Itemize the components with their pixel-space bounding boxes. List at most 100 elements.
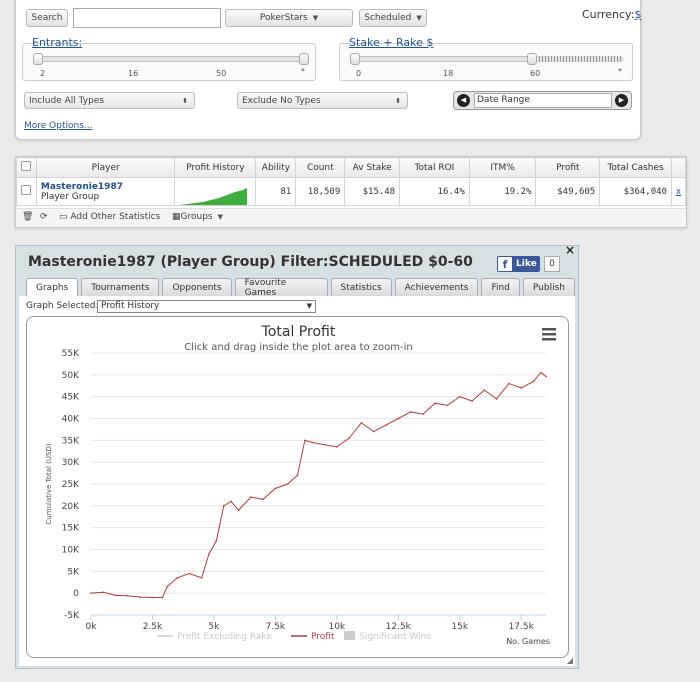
tab-find[interactable]: Find	[481, 278, 520, 296]
profit-point	[540, 371, 542, 374]
y-tick-label: 0	[73, 589, 79, 599]
profit-cell: $49,605	[535, 177, 601, 206]
more-options-link[interactable]: More Options...	[24, 121, 92, 131]
profit-point	[90, 592, 92, 594]
stake-slider-hatch	[536, 56, 622, 62]
profit-point	[372, 430, 375, 433]
search-input[interactable]	[73, 8, 221, 28]
tab-achievements[interactable]: Achievements	[394, 278, 479, 296]
graph-panel-title: Masteronie1987 (Player Group) Filter:SCH…	[28, 254, 473, 270]
search-button[interactable]: Search	[26, 9, 68, 27]
resize-handle-icon[interactable]: ◢	[567, 656, 573, 665]
y-tick-label: 10K	[62, 546, 80, 556]
profit-chart[interactable]: Total Profit Click and drag inside the pl…	[27, 317, 568, 657]
column-header[interactable]: Player	[35, 157, 176, 178]
x-tick-label: 0k	[86, 622, 98, 632]
profit-point	[114, 594, 117, 597]
stake-min-handle[interactable]	[350, 53, 360, 65]
entrants-tick: 2	[40, 69, 46, 78]
profit-point	[434, 402, 436, 405]
entrants-slider-track[interactable]	[36, 56, 308, 62]
y-tick-label: 50K	[62, 371, 80, 381]
y-tick-label: 35K	[62, 436, 80, 446]
include-types-select[interactable]: Include All Types ⬍	[24, 92, 195, 109]
profit-point	[348, 437, 350, 439]
column-header[interactable]: Profit	[535, 157, 601, 178]
profit-series-line	[90, 371, 547, 599]
stake-link[interactable]: Stake + Rake $	[349, 36, 433, 49]
add-stats-label: Add Other Statistics	[70, 212, 161, 222]
grid-icon: ▦	[172, 212, 181, 222]
sparkline-area	[179, 188, 248, 205]
tab-statistics[interactable]: Statistics	[330, 278, 392, 296]
menu-bar	[542, 328, 556, 331]
legend-item-sig-wins: Significant Wins	[359, 632, 431, 642]
y-axis-label: Cumulative Total (USD)	[45, 443, 53, 524]
stake-link-unit: $	[426, 36, 434, 49]
exclude-types-select[interactable]: Exclude No Types ⬍	[237, 92, 408, 109]
tab-opponents[interactable]: Opponents	[162, 278, 232, 296]
profit-point	[422, 413, 424, 415]
graph-type-select[interactable]: Profit History ▼	[97, 300, 316, 313]
date-range-input[interactable]: Date Range	[474, 93, 612, 108]
column-header[interactable]: ITM%	[468, 157, 537, 178]
next-icon[interactable]: ▶	[615, 94, 628, 107]
row-select-cell	[16, 177, 37, 206]
entrants-max-handle[interactable]	[299, 53, 309, 65]
like-label: Like	[516, 259, 537, 269]
site-select[interactable]: PokerStars ▼	[225, 9, 353, 27]
player-sub: Player Group	[40, 191, 100, 202]
x-tick-label: 12.5k	[386, 622, 412, 632]
y-tick-label: 20K	[62, 502, 80, 512]
profit-point	[532, 380, 535, 383]
updown-icon: ⬍	[395, 96, 401, 105]
player-name-link[interactable]: Masteronie1987	[41, 182, 171, 192]
add-stats-button[interactable]: ▭ Add Other Statistics	[59, 212, 160, 222]
groups-button[interactable]: ▦Groups ▼	[172, 212, 223, 222]
menu-bar	[542, 338, 556, 341]
menu-icon[interactable]	[542, 328, 556, 341]
profit-point	[127, 594, 129, 597]
stake-max-handle[interactable]	[527, 53, 537, 65]
profit-point	[286, 483, 289, 485]
chart-title: Total Profit	[261, 324, 336, 340]
trash-icon[interactable]: 🗑	[22, 212, 33, 222]
profit-history-cell	[174, 177, 257, 206]
schedule-select[interactable]: Scheduled ▼	[359, 9, 427, 27]
column-header[interactable]: Av Stake	[344, 157, 401, 178]
refresh-icon[interactable]: ⟳	[40, 212, 48, 222]
date-range-control: ◀ Date Range ▶	[453, 91, 632, 110]
entrants-link[interactable]: Entrants:	[32, 36, 82, 49]
currency-link[interactable]: $	[634, 8, 641, 21]
remove-row-link[interactable]: x	[670, 177, 687, 206]
entrants-min-handle[interactable]	[33, 53, 43, 65]
column-header[interactable]: Count	[295, 157, 346, 178]
select-all-header[interactable]	[16, 157, 37, 178]
profit-point	[249, 496, 252, 498]
facebook-like-button[interactable]: f Like	[497, 256, 540, 272]
chevron-down-icon: ▼	[416, 14, 422, 22]
profit-point	[161, 596, 164, 599]
prev-icon[interactable]: ◀	[457, 94, 470, 107]
y-tick-label: 30K	[62, 458, 80, 468]
close-icon[interactable]: ×	[565, 243, 575, 257]
x-tick-label: 15k	[451, 622, 468, 632]
checkbox[interactable]	[21, 161, 32, 171]
profit-point	[385, 424, 387, 426]
tab-tournaments[interactable]: Tournaments	[81, 278, 160, 296]
include-types-value: Include All Types	[29, 95, 105, 106]
column-header[interactable]: Ability	[255, 157, 297, 178]
profit-point	[237, 509, 240, 511]
profit-point	[397, 417, 400, 420]
profit-point	[508, 382, 510, 385]
graph-selected-label: Graph Selected:	[26, 301, 99, 311]
tab-favourite-games[interactable]: Favourite Games	[234, 278, 328, 298]
column-header[interactable]: Total Cashes	[599, 157, 672, 178]
tab-graphs[interactable]: Graphs	[26, 278, 79, 296]
tab-publish[interactable]: Publish	[522, 278, 575, 296]
row-checkbox[interactable]	[21, 185, 32, 195]
profit-point	[311, 441, 314, 444]
column-header[interactable]: Profit History	[174, 157, 257, 178]
y-tick-label: 5K	[67, 567, 80, 577]
column-header[interactable]: Total ROI	[399, 157, 470, 178]
